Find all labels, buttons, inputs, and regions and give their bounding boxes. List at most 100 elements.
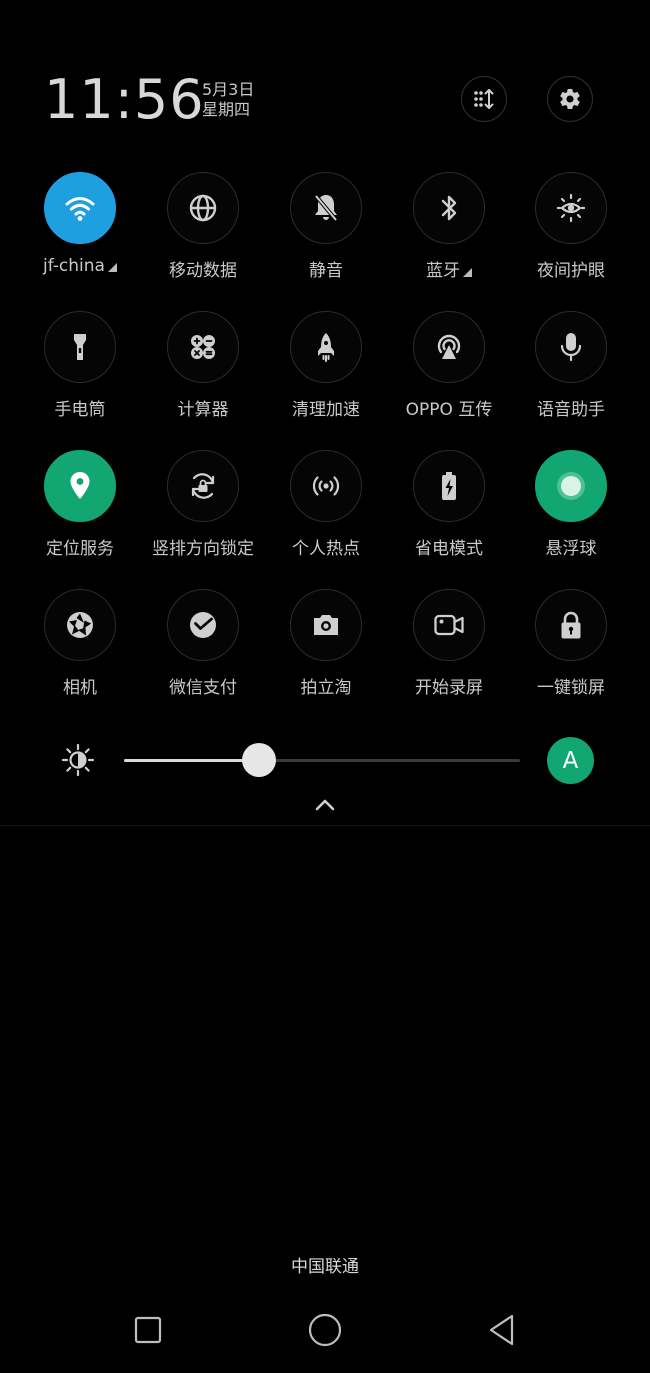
home-button[interactable] (305, 1310, 345, 1350)
tile-bluetooth[interactable]: 蓝牙 (387, 172, 511, 302)
tile-label: jf-china (43, 256, 117, 276)
tile-toggle-bell-off[interactable] (290, 172, 362, 244)
tile-label-text: 微信支付 (169, 678, 237, 698)
tile-photo-camera[interactable]: 拍立淘 (264, 589, 388, 719)
tile-toggle-floating-ball[interactable] (535, 450, 607, 522)
tile-video-record[interactable]: 开始录屏 (387, 589, 511, 719)
tile-floating-ball[interactable]: 悬浮球 (509, 450, 633, 580)
tile-toggle-bluetooth[interactable] (413, 172, 485, 244)
date-block: 5月3日 星期四 (202, 80, 254, 120)
tile-microphone[interactable]: 语音助手 (509, 311, 633, 441)
tile-label-text: 静音 (309, 261, 343, 281)
tile-label: 蓝牙 (426, 256, 472, 281)
rocket-icon (318, 333, 334, 362)
settings-button[interactable] (547, 76, 593, 122)
tile-calculator[interactable]: 计算器 (141, 311, 265, 441)
brightness-slider-fill (124, 759, 259, 762)
gear-icon (560, 89, 580, 110)
tile-rocket[interactable]: 清理加速 (264, 311, 388, 441)
clock: 11:56 (44, 68, 205, 131)
tile-toggle-lock[interactable] (535, 589, 607, 661)
tile-label-text: 清理加速 (292, 400, 360, 420)
tile-label: 计算器 (178, 395, 229, 420)
tile-rotation-lock[interactable]: 竖排方向锁定 (141, 450, 265, 580)
tile-label: 定位服务 (46, 534, 114, 559)
bell-off-icon (314, 194, 338, 222)
tile-label: 拍立淘 (301, 673, 352, 698)
tile-label-text: OPPO 互传 (405, 400, 493, 420)
edit-tiles-button[interactable] (461, 76, 507, 122)
back-button[interactable] (482, 1310, 522, 1350)
tile-label-text: 定位服务 (46, 539, 114, 559)
tile-toggle-microphone[interactable] (535, 311, 607, 383)
tile-label: 手电筒 (55, 395, 106, 420)
recent-apps-button[interactable] (128, 1310, 168, 1350)
tile-bell-off[interactable]: 静音 (264, 172, 388, 302)
tile-camera-shutter[interactable]: 相机 (18, 589, 142, 719)
brightness-slider-thumb[interactable] (241, 743, 276, 777)
tile-toggle-hotspot[interactable] (290, 450, 362, 522)
hotspot-icon (312, 476, 340, 496)
tile-toggle-share-signal[interactable] (413, 311, 485, 383)
tile-label-text: 语音助手 (537, 400, 605, 420)
tile-toggle-rotation-lock[interactable] (167, 450, 239, 522)
collapse-chevron-up-icon[interactable] (309, 792, 341, 816)
tile-flashlight[interactable]: 手电筒 (18, 311, 142, 441)
tile-share-signal[interactable]: OPPO 互传 (387, 311, 511, 441)
tile-wechat-pay[interactable]: 微信支付 (141, 589, 265, 719)
tile-label-text: 开始录屏 (415, 678, 483, 698)
microphone-icon (560, 333, 582, 362)
tile-lock[interactable]: 一键锁屏 (509, 589, 633, 719)
tile-label-text: 拍立淘 (300, 678, 352, 698)
tile-toggle-rocket[interactable] (290, 311, 362, 383)
square-icon (134, 1316, 162, 1344)
weekday-text: 星期四 (202, 100, 251, 119)
tile-label: 竖排方向锁定 (152, 534, 254, 559)
tile-label-text: 个人热点 (292, 539, 360, 559)
tile-label-text: 竖排方向锁定 (152, 539, 254, 559)
auto-brightness-button[interactable]: A (547, 737, 594, 784)
battery-saver-icon (442, 472, 456, 500)
tile-globe[interactable]: 移动数据 (141, 172, 265, 302)
tile-toggle-battery-saver[interactable] (413, 450, 485, 522)
circle-icon (308, 1313, 342, 1347)
tile-toggle-photo-camera[interactable] (290, 589, 362, 661)
tile-toggle-video-record[interactable] (413, 589, 485, 661)
tile-wifi[interactable]: jf-china (18, 172, 142, 302)
brightness-slider[interactable] (124, 743, 520, 777)
globe-icon (189, 194, 217, 222)
expand-triangle-icon[interactable] (463, 268, 472, 277)
tile-label-text: 相机 (63, 678, 97, 698)
tile-label-text: 手电筒 (54, 400, 106, 420)
expand-triangle-icon[interactable] (107, 263, 117, 272)
wifi-icon (65, 197, 95, 221)
tile-label: OPPO 互传 (406, 395, 493, 420)
tile-label: 开始录屏 (415, 673, 483, 698)
tile-label: 移动数据 (169, 256, 237, 281)
wechat-pay-icon (190, 612, 216, 638)
tile-toggle-wifi[interactable] (44, 172, 116, 244)
tile-label: 个人热点 (292, 534, 360, 559)
calculator-icon (191, 335, 215, 359)
tile-toggle-camera-shutter[interactable] (44, 589, 116, 661)
tile-location-pin[interactable]: 定位服务 (18, 450, 142, 580)
tile-toggle-flashlight[interactable] (44, 311, 116, 383)
tile-toggle-location-pin[interactable] (44, 450, 116, 522)
tile-label: 微信支付 (169, 673, 237, 698)
tile-label-text: 悬浮球 (545, 539, 597, 559)
eye-sun-icon (556, 193, 586, 223)
share-signal-icon (437, 334, 461, 359)
tile-label: 夜间护眼 (537, 256, 605, 281)
tile-toggle-calculator[interactable] (167, 311, 239, 383)
tile-toggle-wechat-pay[interactable] (167, 589, 239, 661)
tile-toggle-eye-sun[interactable] (535, 172, 607, 244)
tile-eye-sun[interactable]: 夜间护眼 (509, 172, 633, 302)
tile-toggle-globe[interactable] (167, 172, 239, 244)
tile-hotspot[interactable]: 个人热点 (264, 450, 388, 580)
tile-label: 相机 (63, 673, 97, 698)
camera-shutter-icon (67, 612, 93, 638)
floating-ball-icon (557, 472, 585, 500)
tile-label: 静音 (309, 256, 343, 281)
tile-battery-saver[interactable]: 省电模式 (387, 450, 511, 580)
date-text: 5月3日 (202, 80, 255, 99)
